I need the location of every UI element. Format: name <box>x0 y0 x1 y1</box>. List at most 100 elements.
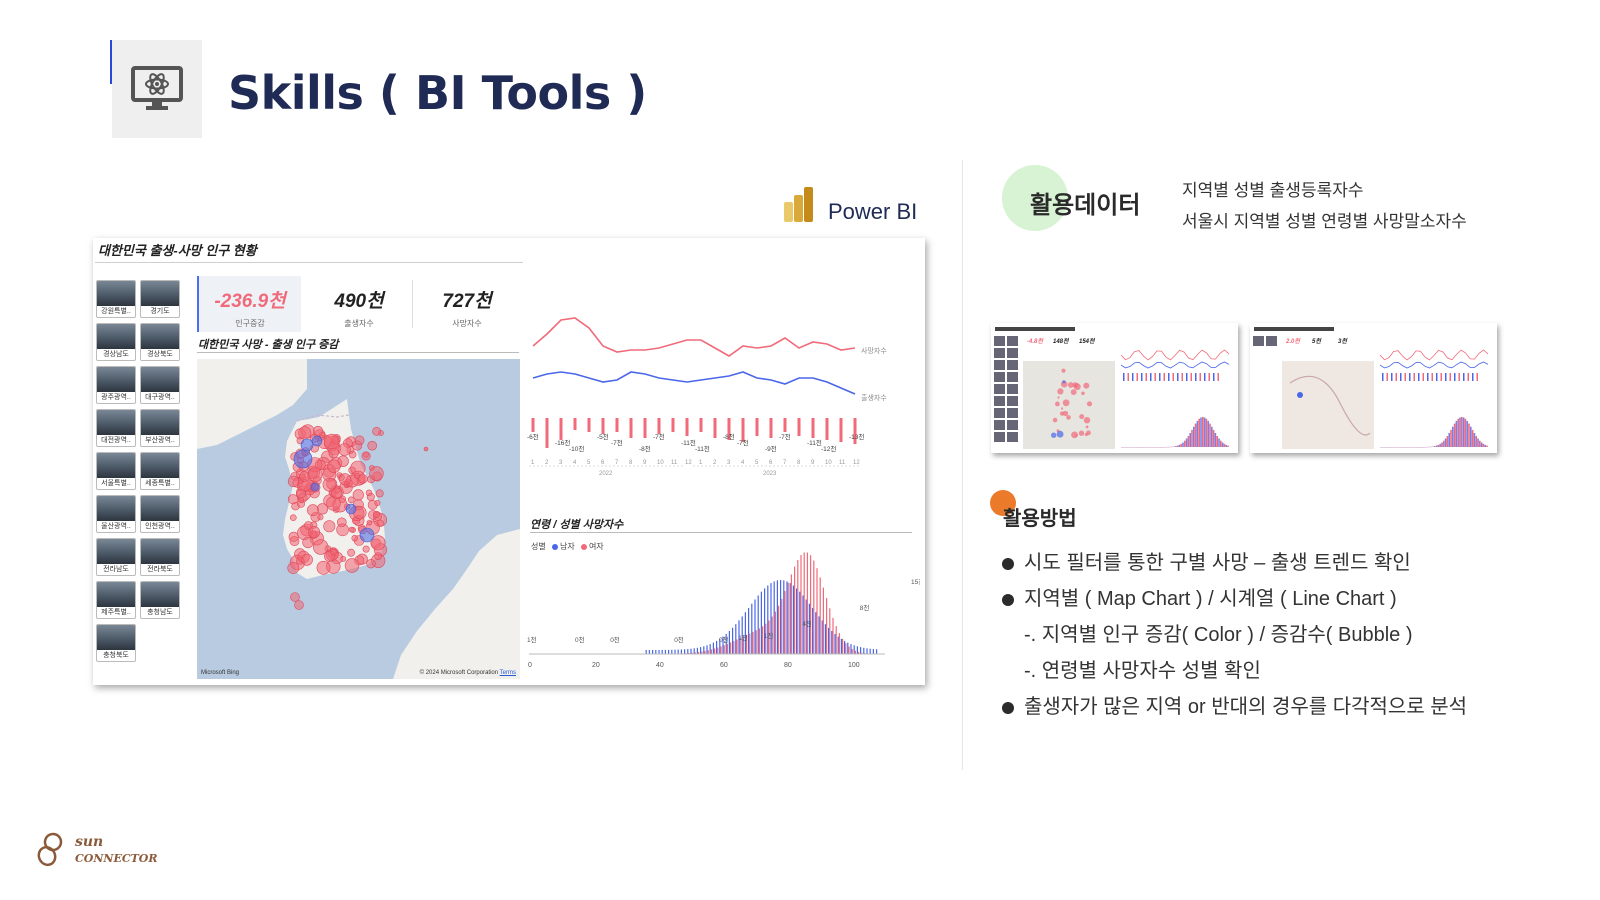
difference-label: -5천 <box>597 432 609 441</box>
thumbnail-hist-bar <box>1448 433 1450 447</box>
x-tick-label: 7 <box>615 460 619 466</box>
region-label: 충청북도 <box>103 652 129 659</box>
kpi-caption: 인구증감 <box>235 319 265 328</box>
map-terms-link[interactable]: Terms <box>500 670 516 676</box>
map-bubble <box>347 496 355 504</box>
region-tile[interactable]: 부산광역.. <box>140 409 180 447</box>
age-value-label: 0천 <box>674 635 684 644</box>
dashboard-thumbnail: -4.8천 148천 154천 <box>991 323 1238 453</box>
female-bar <box>842 638 844 654</box>
region-tile[interactable]: 제주특별.. <box>96 581 136 619</box>
region-label: 전라남도 <box>103 566 129 573</box>
region-tile[interactable]: 서울특별.. <box>96 452 136 490</box>
female-bar <box>717 647 719 654</box>
map-bubble <box>338 473 351 486</box>
region-tile[interactable]: 경상북도 <box>140 323 180 361</box>
difference-bar <box>755 418 759 436</box>
series-label-deaths: 사망자수 <box>861 346 887 355</box>
kpi-caption: 사망자수 <box>452 319 482 328</box>
thumbnail-bar <box>1168 373 1170 381</box>
thumbnail-hist-bar <box>1452 426 1454 447</box>
age-chart-title: 연령 / 성별 사망자수 <box>530 519 624 531</box>
thumbnail-bar <box>1177 373 1179 381</box>
birth-death-trend-chart: 사망자수출생자수-6천-16천-10천-5천-7천-8천-7천-11천-11천-… <box>527 317 887 477</box>
dashboard-title: 대한민국 출생-사망 인구 현황 <box>98 243 257 258</box>
thumbnail-bubble <box>1051 432 1057 438</box>
thumbnail-hist-bar <box>1187 436 1190 447</box>
male-bar <box>661 649 663 654</box>
thumbnail-bar <box>1132 373 1134 381</box>
thumbnail-hist-bar <box>1205 418 1208 447</box>
difference-bar <box>797 418 801 436</box>
method-item-text: 시도 필터를 통한 구별 사망 – 출생 트렌드 확인 <box>1024 552 1411 574</box>
map-bubble <box>375 489 384 498</box>
region-label: 경상북도 <box>147 351 173 358</box>
region-tile[interactable]: 전라북도 <box>140 538 180 576</box>
thumbnail-bar <box>1127 373 1129 381</box>
male-bar <box>789 583 791 654</box>
thumbnail-bar <box>1154 373 1156 381</box>
x-tick-label: 6 <box>769 460 773 466</box>
region-tile[interactable]: 경기도 <box>140 280 180 318</box>
region-tile[interactable]: 울산광역.. <box>96 495 136 533</box>
region-tile[interactable]: 충청남도 <box>140 581 180 619</box>
region-label: 경상남도 <box>103 351 129 358</box>
sun-connector-logo: sun CONNECTOR <box>37 832 158 867</box>
age-value-label: 1천 <box>527 635 537 644</box>
thumbnail-hist-bar <box>1455 420 1458 447</box>
region-tile[interactable]: 경상남도 <box>96 323 136 361</box>
region-tile[interactable]: 인천광역.. <box>140 495 180 533</box>
age-value-label: 8천 <box>860 603 870 612</box>
data-source-list: 지역별 성별 출생등록자수 서울시 지역별 성별 연령별 사망말소자수 <box>1182 175 1467 237</box>
x-tick-label: 3 <box>559 460 563 466</box>
map-bubble <box>361 451 371 461</box>
thumbnail-bar <box>1431 373 1433 381</box>
map-bubble <box>359 527 375 543</box>
female-bar <box>797 559 799 654</box>
x-tick-label: 10 <box>657 460 664 466</box>
region-tile[interactable]: 충청북도 <box>96 624 136 662</box>
thumbnail-hist-bar <box>1203 417 1206 447</box>
male-bar <box>677 649 679 654</box>
region-tile[interactable]: 전라남도 <box>96 538 136 576</box>
male-bar <box>773 581 775 654</box>
map-bubble <box>345 503 357 515</box>
difference-bar <box>811 418 815 438</box>
thumbnail-hist-bar <box>1184 440 1186 447</box>
male-bar <box>767 585 769 654</box>
region-tile[interactable]: 강원특별.. <box>96 280 136 318</box>
region-label: 충청남도 <box>147 609 173 616</box>
male-bar <box>687 649 689 654</box>
x-tick-label: 3 <box>727 460 731 466</box>
x-tick-label: 1 <box>699 460 703 466</box>
region-label: 제주특별.. <box>101 609 131 616</box>
thumbnail-bar <box>1186 373 1188 381</box>
thumbnail-bar <box>1204 373 1206 381</box>
bullet-icon <box>1002 593 1014 606</box>
region-tile[interactable]: 세종특별.. <box>140 452 180 490</box>
map-bubble <box>358 474 368 484</box>
region-thumbnail <box>141 496 179 521</box>
region-tile[interactable]: 광주광역.. <box>96 366 136 404</box>
page-title: Skills ( BI Tools ) <box>228 66 647 120</box>
female-bar <box>816 568 818 654</box>
region-tile[interactable]: 대구광역.. <box>140 366 180 404</box>
thumbnail-hist-bar <box>1223 443 1226 447</box>
thumbnail-bar <box>1213 373 1215 381</box>
difference-bar <box>825 418 829 440</box>
thumbnail-hist-bar <box>1459 417 1461 447</box>
male-bar <box>837 636 839 654</box>
region-thumbnail <box>97 453 135 478</box>
region-tile[interactable]: 대전광역.. <box>96 409 136 447</box>
female-bar <box>822 587 824 654</box>
male-bar <box>863 647 865 654</box>
difference-label: -9천 <box>765 444 777 453</box>
data-section-heading: 활용데이터 <box>1030 192 1141 219</box>
map-bubble <box>374 552 383 560</box>
divider <box>412 280 413 328</box>
region-thumbnail <box>97 539 135 564</box>
x-tick-label: 9 <box>643 460 647 466</box>
korea-bubble-map[interactable]: Microsoft Bing © 2024 Microsoft Corporat… <box>197 359 520 679</box>
difference-bar <box>587 418 591 432</box>
thumbnail-canvas: 2.0천 5천 3천 <box>1250 323 1497 453</box>
